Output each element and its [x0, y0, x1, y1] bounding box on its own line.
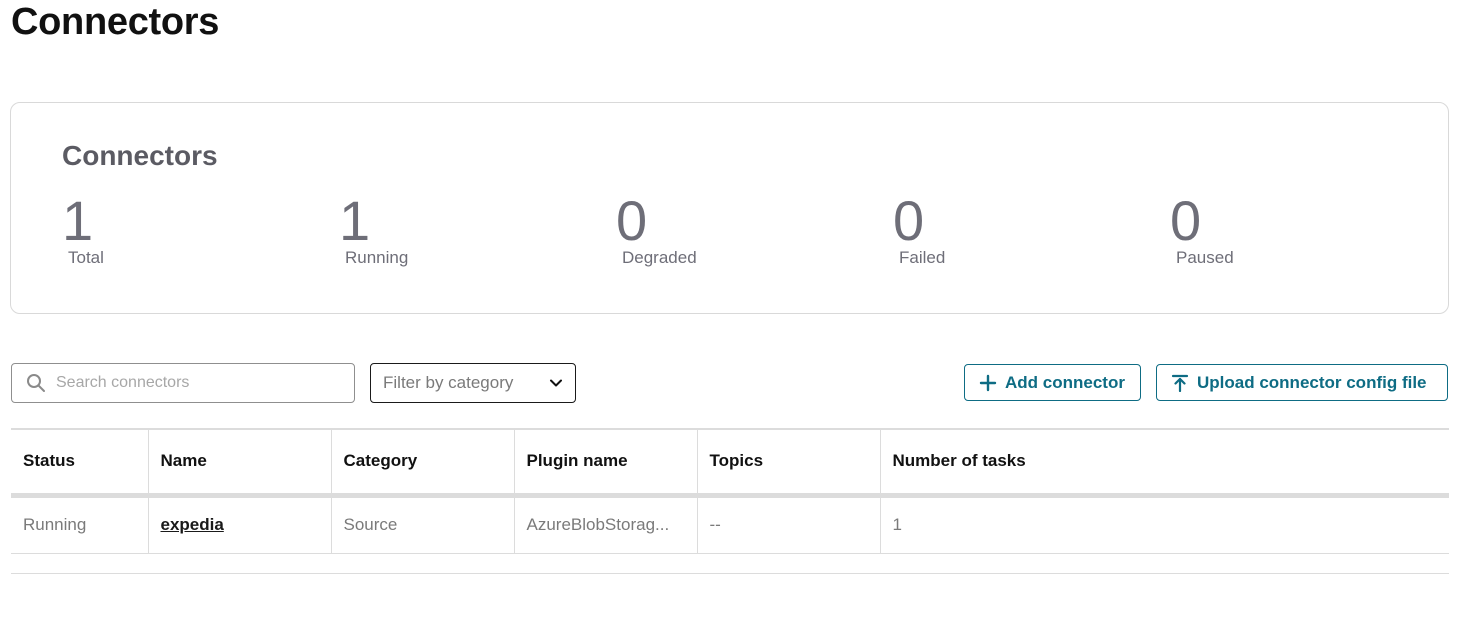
stat-paused-value: 0: [1170, 189, 1202, 252]
add-connector-label: Add connector: [1005, 372, 1125, 392]
column-header-name[interactable]: Name: [148, 428, 332, 498]
table-footer-divider: [11, 573, 1449, 574]
stat-degraded-label: Degraded: [622, 248, 697, 267]
upload-config-label: Upload connector config file: [1197, 372, 1427, 392]
stat-degraded-value: 0: [616, 189, 648, 252]
stat-total-label: Total: [68, 248, 104, 267]
stat-degraded: 0 Degraded: [616, 191, 816, 269]
column-header-category[interactable]: Category: [331, 428, 515, 498]
stat-failed-value: 0: [893, 189, 925, 252]
stat-running: 1 Running: [339, 191, 539, 269]
column-header-plugin[interactable]: Plugin name: [514, 428, 698, 498]
stat-total: 1 Total: [62, 191, 262, 269]
upload-config-button[interactable]: Upload connector config file: [1156, 364, 1448, 401]
page-title: Connectors: [11, 1, 220, 43]
connectors-table: Status Name Category Plugin name Topics …: [11, 428, 1449, 554]
connector-name-link[interactable]: expedia: [161, 515, 224, 534]
column-header-status[interactable]: Status: [11, 428, 149, 498]
summary-title: Connectors: [62, 140, 218, 171]
connector-summary-card: Connectors 1 Total 1 Running 0 Degraded …: [10, 102, 1449, 314]
stat-paused: 0 Paused: [1170, 191, 1370, 269]
plus-icon: [979, 374, 997, 391]
chevron-down-icon: [550, 379, 562, 387]
column-header-topics[interactable]: Topics: [697, 428, 881, 498]
search-input[interactable]: [56, 374, 346, 392]
cell-topics: --: [697, 495, 881, 554]
cell-name: expedia: [148, 495, 332, 554]
table-header-row: Status Name Category Plugin name Topics …: [11, 428, 1449, 498]
category-filter-select[interactable]: Filter by category: [370, 363, 576, 403]
column-header-tasks[interactable]: Number of tasks: [880, 428, 1449, 498]
add-connector-button[interactable]: Add connector: [964, 364, 1141, 401]
stat-total-value: 1: [62, 189, 94, 252]
cell-status: Running: [11, 495, 149, 554]
stat-failed: 0 Failed: [893, 191, 1093, 269]
stat-running-label: Running: [345, 248, 409, 267]
cell-category: Source: [331, 495, 515, 554]
stat-paused-label: Paused: [1176, 248, 1234, 267]
cell-tasks: 1: [880, 495, 1449, 554]
upload-icon: [1171, 374, 1189, 392]
category-filter-label: Filter by category: [383, 373, 514, 392]
stat-running-value: 1: [339, 189, 371, 252]
search-box[interactable]: [11, 363, 355, 403]
search-icon: [27, 374, 45, 392]
cell-plugin: AzureBlobStorag...: [514, 495, 698, 554]
table-row[interactable]: Running expedia Source AzureBlobStorag..…: [11, 495, 1449, 554]
stat-failed-label: Failed: [899, 248, 946, 267]
